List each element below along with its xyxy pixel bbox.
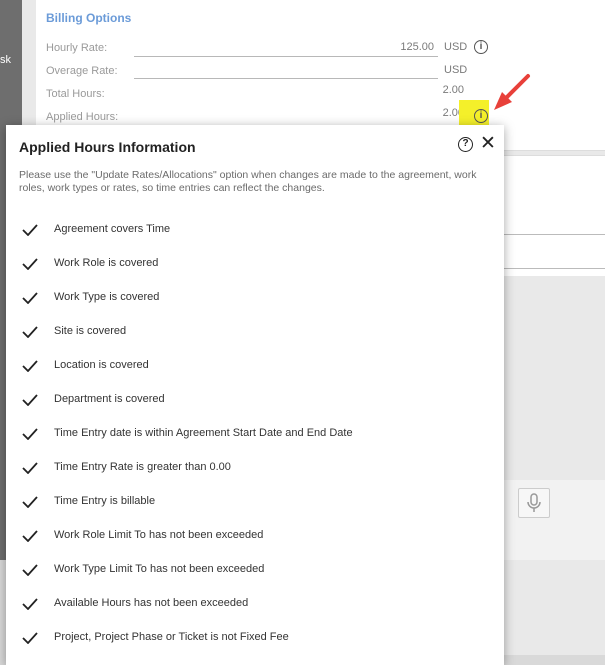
microphone-icon [527,493,541,512]
red-arrow-annotation [494,74,530,110]
checkmark-icon [22,462,38,474]
check-item-label: Available Hours has not been exceeded [54,597,249,609]
check-list-item: Time Entry is billable [6,493,504,527]
applied-hours-label: Applied Hours: [46,111,119,123]
background-right-lower [504,480,605,560]
background-field-line [504,268,605,269]
check-item-label: Time Entry is billable [54,495,156,507]
overage-rate-currency: USD [444,64,468,76]
check-item-label: Time Entry Rate is greater than 0.00 [54,461,231,473]
check-list-item: Work Type is covered [6,289,504,323]
checkmark-icon [22,564,38,576]
background-field-line [504,234,605,235]
background-right-card [504,155,605,276]
help-circle-icon[interactable]: ? [458,137,473,152]
checkmark-icon [22,394,38,406]
check-item-label: Department is covered [54,393,165,405]
overage-rate-field-line[interactable] [134,78,438,79]
checkmark-icon [22,292,38,304]
check-item-label: Site is covered [54,325,127,337]
hourly-rate-currency: USD [444,41,468,53]
check-item-label: Project, Project Phase or Ticket is not … [54,631,289,643]
applied-hours-info-icon[interactable]: i [474,109,488,123]
check-list-item: Site is covered [6,323,504,357]
checkmark-icon [22,360,38,372]
hourly-rate-field-line[interactable] [134,56,438,57]
hourly-rate-info-icon[interactable]: i [474,40,488,54]
checkmark-icon [22,326,38,338]
checkmark-icon [22,258,38,270]
checkmark-icon [22,530,38,542]
checkmark-icon [22,224,38,236]
check-list-item: Time Entry Rate is greater than 0.00 [6,459,504,493]
dialog-title: Applied Hours Information [19,139,196,155]
check-list-item: Project, Project Phase or Ticket is not … [6,629,504,663]
check-list-item: Department is covered [6,391,504,425]
check-list-item: Time Entry date is within Agreement Star… [6,425,504,459]
check-list-item: Location is covered [6,357,504,391]
check-list-item: Available Hours has not been exceeded [6,595,504,629]
dialog-description: Please use the "Update Rates/Allocations… [19,169,477,194]
overage-rate-label: Overage Rate: [46,65,118,77]
close-icon[interactable]: ✕ [480,134,496,153]
billing-options-title: Billing Options [46,11,132,25]
left-strip-text: sk [0,54,11,66]
check-item-label: Work Role is covered [54,257,159,269]
check-item-label: Work Role Limit To has not been exceeded [54,529,264,541]
check-item-label: Work Type is covered [54,291,160,303]
total-hours-value: 2.00 [442,84,464,96]
checkmark-icon [22,632,38,644]
check-list-item: Work Role is covered [6,255,504,289]
hourly-rate-label: Hourly Rate: [46,42,108,54]
applied-hours-value: 2.00 [442,107,464,119]
checkmark-icon [22,428,38,440]
check-list-item: Work Type Limit To has not been exceeded [6,561,504,595]
checkmark-icon [22,598,38,610]
check-item-label: Work Type Limit To has not been exceeded [54,563,265,575]
check-item-label: Time Entry date is within Agreement Star… [54,427,353,439]
total-hours-label: Total Hours: [46,88,105,100]
microphone-button[interactable] [518,488,550,518]
check-list-item: Work Role Limit To has not been exceeded [6,527,504,561]
checkmark-icon [22,496,38,508]
applied-hours-dialog: Applied Hours Information ? ✕ Please use… [6,125,504,665]
hourly-rate-value[interactable]: 125.00 [356,41,434,53]
check-item-label: Location is covered [54,359,149,371]
check-list-item: Agreement covers Time [6,221,504,255]
check-item-label: Agreement covers Time [54,223,171,235]
